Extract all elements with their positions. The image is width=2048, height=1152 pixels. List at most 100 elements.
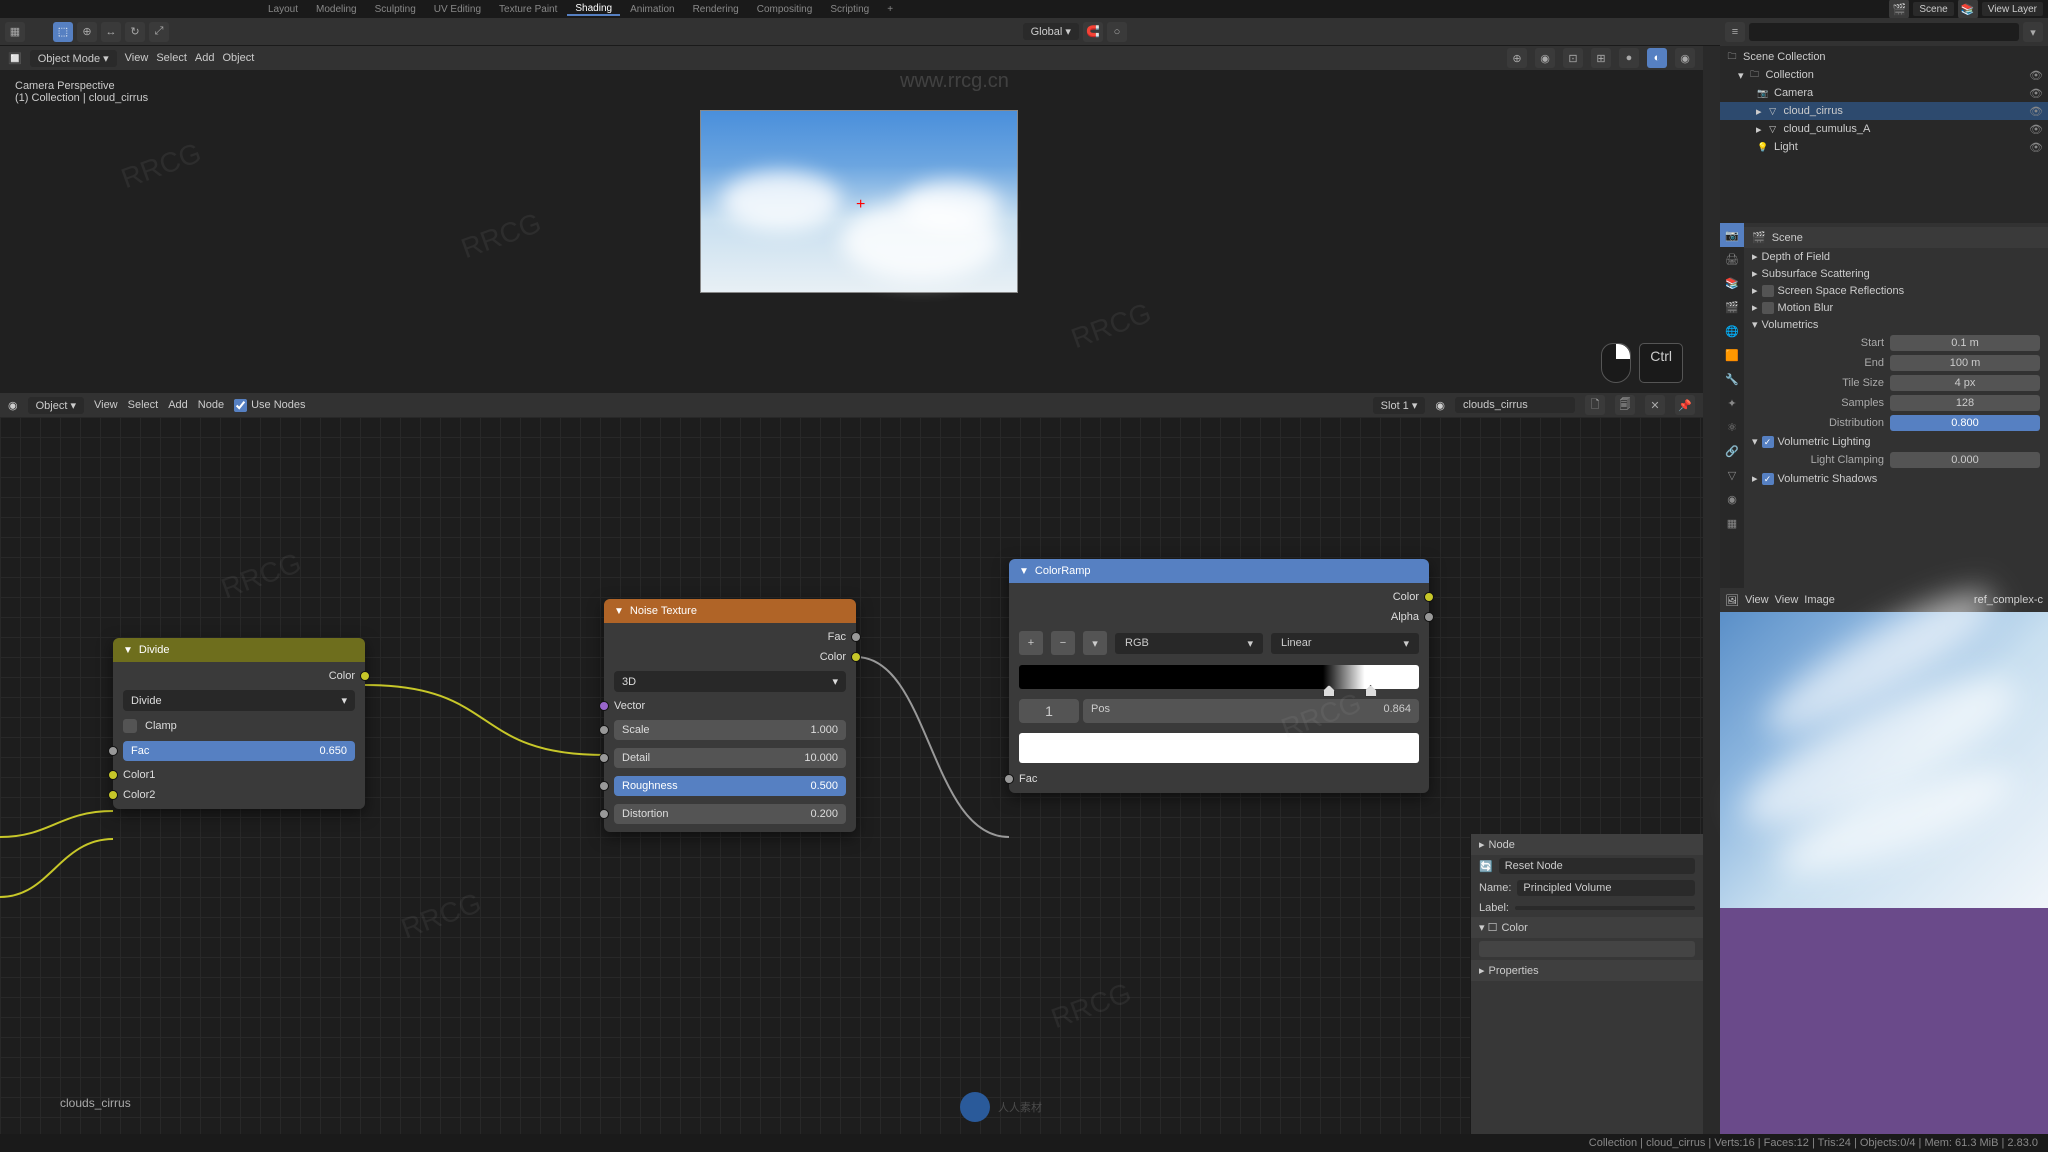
- socket-in-detail[interactable]: [599, 753, 609, 763]
- outliner-mode-icon[interactable]: ≡: [1725, 22, 1745, 42]
- colorramp-color-swatch[interactable]: [1019, 733, 1419, 763]
- socket-out-color[interactable]: [360, 671, 370, 681]
- socket-in-scale[interactable]: [599, 725, 609, 735]
- select-tool[interactable]: ⬚: [53, 22, 73, 42]
- sidepanel-color-header[interactable]: ▾ ☐ Color: [1471, 917, 1703, 938]
- colorramp-gradient[interactable]: [1019, 665, 1419, 689]
- noise-roughness-field[interactable]: Roughness0.500: [614, 776, 846, 796]
- noise-dimensions-dropdown[interactable]: 3D▾: [614, 671, 846, 692]
- node-name-field[interactable]: Principled Volume: [1517, 880, 1695, 896]
- shading-material[interactable]: ◐: [1647, 48, 1667, 68]
- material-copy-button[interactable]: 🗐: [1615, 395, 1635, 415]
- visibility-toggle[interactable]: 👁: [2029, 87, 2043, 100]
- nodeeditor-icon[interactable]: ◉: [8, 399, 18, 412]
- prop-vol-lighting[interactable]: ▾ Volumetric Lighting: [1744, 433, 2048, 450]
- material-selector[interactable]: clouds_cirrus: [1455, 397, 1575, 413]
- prop-tab-data[interactable]: ▽: [1720, 463, 1744, 487]
- prop-tab-material[interactable]: ◉: [1720, 487, 1744, 511]
- prop-tab-constraint[interactable]: 🔗: [1720, 439, 1744, 463]
- overlay-toggle[interactable]: ◉: [1535, 48, 1555, 68]
- prop-tab-object[interactable]: 🟧: [1720, 343, 1744, 367]
- collapse-icon[interactable]: ▼: [614, 606, 624, 617]
- gizmo-toggle[interactable]: ⊕: [1507, 48, 1527, 68]
- tile-field[interactable]: 4 px: [1890, 375, 2040, 391]
- colorramp-menu-button[interactable]: ▾: [1083, 631, 1107, 655]
- colorramp-handle-1[interactable]: [1365, 685, 1377, 697]
- outliner-filter-icon[interactable]: ▾: [2023, 22, 2043, 42]
- workspace-uvediting[interactable]: UV Editing: [426, 4, 489, 15]
- viewport-menu-select[interactable]: Select: [156, 52, 187, 64]
- colorramp-remove-button[interactable]: −: [1051, 631, 1075, 655]
- samples-field[interactable]: 128: [1890, 395, 2040, 411]
- colorramp-add-button[interactable]: +: [1019, 631, 1043, 655]
- shading-rendered[interactable]: ◉: [1675, 48, 1695, 68]
- outliner-item-light[interactable]: 💡Light👁: [1720, 138, 2048, 156]
- light-clamping-field[interactable]: 0.000: [1890, 452, 2040, 468]
- prop-tab-modifier[interactable]: 🔧: [1720, 367, 1744, 391]
- workspace-add[interactable]: +: [879, 4, 901, 15]
- editor-icon[interactable]: 🔲: [8, 52, 22, 65]
- workspace-shading[interactable]: Shading: [567, 3, 620, 16]
- socket-out-color[interactable]: [1424, 592, 1434, 602]
- material-icon[interactable]: ◉: [1435, 399, 1445, 412]
- noise-scale-field[interactable]: Scale1.000: [614, 720, 846, 740]
- node-color-swatch[interactable]: [1479, 941, 1695, 957]
- shading-wireframe[interactable]: ⊞: [1591, 48, 1611, 68]
- workspace-compositing[interactable]: Compositing: [749, 4, 821, 15]
- orientation-dropdown[interactable]: Global ▾: [1023, 23, 1079, 40]
- prop-subsurface[interactable]: ▸ Subsurface Scattering: [1744, 265, 2048, 282]
- socket-in-color2[interactable]: [108, 790, 118, 800]
- mode-dropdown[interactable]: Object Mode ▾: [30, 50, 117, 67]
- editor-type-icon[interactable]: ▦: [5, 22, 25, 42]
- colorramp-interp-dropdown[interactable]: Linear▾: [1271, 633, 1419, 654]
- 3d-viewport[interactable]: Camera Perspective (1) Collection | clou…: [0, 70, 1703, 393]
- socket-out-fac[interactable]: [851, 632, 861, 642]
- socket-in-fac[interactable]: [108, 746, 118, 756]
- socket-out-color[interactable]: [851, 652, 861, 662]
- outliner-scene-collection[interactable]: 🗀Scene Collection: [1720, 48, 2048, 66]
- workspace-layout[interactable]: Layout: [260, 4, 306, 15]
- move-tool[interactable]: ↔: [101, 22, 121, 42]
- workspace-scripting[interactable]: Scripting: [822, 4, 877, 15]
- socket-in-vector[interactable]: [599, 701, 609, 711]
- prop-tab-world[interactable]: 🌐: [1720, 319, 1744, 343]
- shading-solid[interactable]: ●: [1619, 48, 1639, 68]
- noise-texture-node[interactable]: ▼Noise Texture Fac Color 3D▾ Vector Scal…: [604, 599, 856, 832]
- colorramp-index-field[interactable]: 1: [1019, 699, 1079, 723]
- end-field[interactable]: 100 m: [1890, 355, 2040, 371]
- viewlayer-selector[interactable]: View Layer: [1982, 2, 2043, 16]
- scene-icon[interactable]: 🎬: [1889, 0, 1909, 19]
- divide-operation-dropdown[interactable]: Divide▾: [123, 690, 355, 711]
- slot-dropdown[interactable]: Slot 1 ▾: [1373, 397, 1426, 414]
- xray-toggle[interactable]: ⊡: [1563, 48, 1583, 68]
- viewport-menu-view[interactable]: View: [125, 52, 149, 64]
- workspace-texturepaint[interactable]: Texture Paint: [491, 4, 565, 15]
- visibility-toggle[interactable]: 👁: [2029, 69, 2043, 82]
- material-new-button[interactable]: 🗋: [1585, 395, 1605, 415]
- iv-menu-view2[interactable]: View: [1775, 594, 1799, 606]
- snap-toggle[interactable]: 🧲: [1083, 22, 1103, 42]
- visibility-toggle[interactable]: 👁: [2029, 123, 2043, 136]
- viewlayer-icon[interactable]: 📚: [1958, 0, 1978, 19]
- divide-node[interactable]: ▼Divide Color Divide▾ Clamp Fac0.650 Col…: [113, 638, 365, 809]
- ne-menu-add[interactable]: Add: [168, 399, 188, 411]
- outliner-item-cloud-cirrus[interactable]: ▸▽cloud_cirrus👁: [1720, 102, 2048, 120]
- socket-out-alpha[interactable]: [1424, 612, 1434, 622]
- iv-menu-image[interactable]: Image: [1804, 594, 1835, 606]
- prop-tab-scene[interactable]: 🎬: [1720, 295, 1744, 319]
- colorramp-node[interactable]: ▼ColorRamp Color Alpha + − ▾ RGB▾ Linear…: [1009, 559, 1429, 793]
- viewport-menu-add[interactable]: Add: [195, 52, 215, 64]
- visibility-toggle[interactable]: 👁: [2029, 105, 2043, 118]
- prop-ssr[interactable]: ▸ Screen Space Reflections: [1744, 282, 2048, 299]
- outliner-search[interactable]: [1749, 23, 2019, 41]
- shader-type-dropdown[interactable]: Object ▾: [28, 397, 84, 414]
- prop-vol-shadows[interactable]: ▸ Volumetric Shadows: [1744, 470, 2048, 487]
- pin-button[interactable]: 📌: [1675, 395, 1695, 415]
- colorramp-mode-dropdown[interactable]: RGB▾: [1115, 633, 1263, 654]
- divide-fac-field[interactable]: Fac0.650: [123, 741, 355, 761]
- sidepanel-properties-header[interactable]: ▸ Properties: [1471, 960, 1703, 981]
- outliner-collection[interactable]: ▾🗀Collection👁: [1720, 66, 2048, 84]
- start-field[interactable]: 0.1 m: [1890, 335, 2040, 351]
- workspace-sculpting[interactable]: Sculpting: [367, 4, 424, 15]
- collapse-icon[interactable]: ▼: [1019, 566, 1029, 577]
